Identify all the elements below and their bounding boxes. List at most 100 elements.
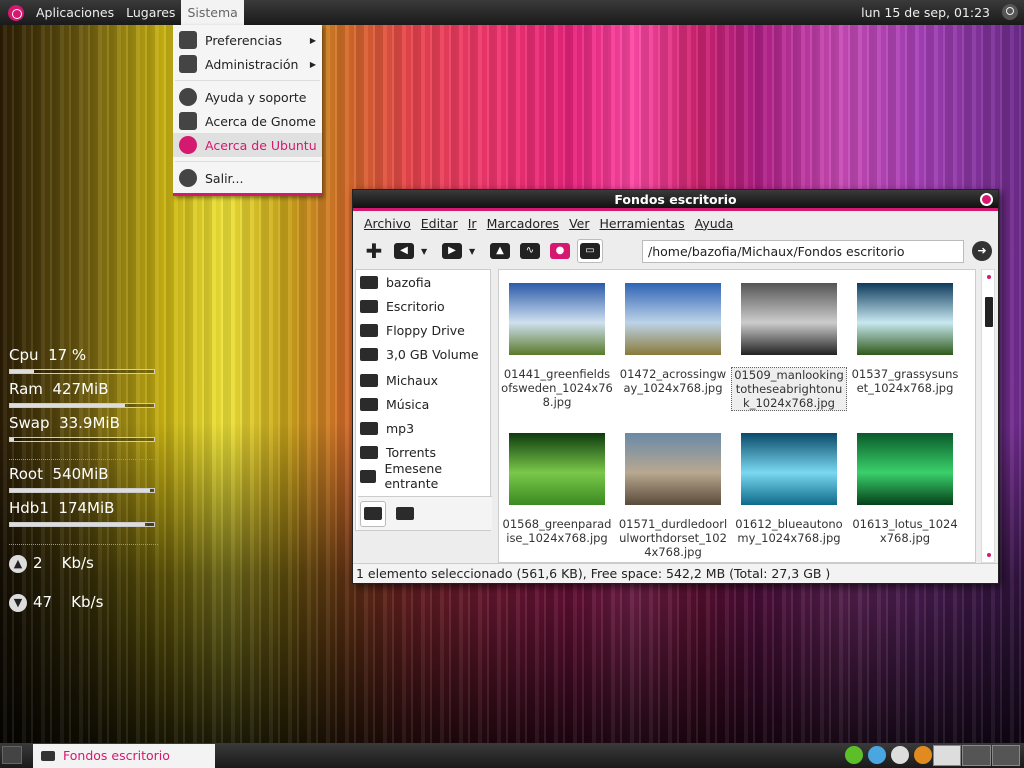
- menu-lugares[interactable]: Lugares: [120, 0, 181, 25]
- reload-button[interactable]: ∿: [517, 239, 543, 263]
- sidebar-item-floppy[interactable]: Floppy Drive: [356, 318, 490, 342]
- file-item[interactable]: 01568_greenparadise_1024x768.jpg: [499, 420, 615, 545]
- bird-icon[interactable]: [868, 746, 886, 764]
- sidebar-item-escritorio[interactable]: Escritorio: [356, 294, 490, 318]
- submenu-arrow-icon: ▶: [309, 35, 316, 45]
- help-icon: [179, 88, 197, 106]
- back-arrow-icon: ◀: [394, 243, 414, 259]
- update-icon[interactable]: [914, 746, 932, 764]
- sidebar-item-mp3[interactable]: mp3: [356, 416, 490, 440]
- home-button[interactable]: ●: [547, 239, 573, 263]
- sidebar-item-bazofia[interactable]: bazofia: [356, 270, 490, 294]
- menu-item-acerca-gnome[interactable]: Acerca de Gnome: [173, 109, 322, 133]
- file-name: 01537_grassysunset_1024x768.jpg: [851, 367, 959, 395]
- file-name: 01441_greenfieldsofsweden_1024x768.jpg: [501, 367, 613, 409]
- workspace-3[interactable]: [991, 745, 1020, 766]
- up-button[interactable]: ▲: [487, 239, 513, 263]
- sidebar-item-musica[interactable]: Música: [356, 392, 490, 416]
- forward-history-dropdown[interactable]: ▼: [469, 247, 479, 256]
- menu-ir[interactable]: Ir: [468, 216, 477, 231]
- menu-item-salir[interactable]: Salir...: [173, 166, 322, 190]
- menu-editar[interactable]: Editar: [421, 216, 458, 231]
- menu-archivo[interactable]: Archivo: [364, 216, 411, 231]
- top-panel: Aplicaciones Lugares Sistema lun 15 de s…: [0, 0, 1024, 25]
- file-item[interactable]: 01571_durdledoorlulworthdorset_1024x768.…: [615, 420, 731, 559]
- back-button[interactable]: ◀: [391, 239, 417, 263]
- computer-button[interactable]: ▭: [577, 239, 603, 263]
- window-titlebar[interactable]: Fondos escritorio: [353, 190, 998, 211]
- tree-mode-button[interactable]: [392, 501, 418, 527]
- menu-ayuda[interactable]: Ayuda: [695, 216, 734, 231]
- menu-separator: [175, 80, 320, 81]
- workspace-2[interactable]: [962, 745, 991, 766]
- file-thumbnail: [857, 283, 953, 355]
- hdb1-value: 174MiB: [58, 499, 115, 517]
- close-icon[interactable]: [980, 193, 993, 206]
- ram-value: 427MiB: [52, 380, 109, 398]
- download-unit: Kb/s: [71, 593, 104, 611]
- menu-item-acerca-ubuntu[interactable]: Acerca de Ubuntu: [173, 133, 322, 157]
- file-name: 01613_lotus_1024x768.jpg: [852, 517, 958, 545]
- file-item[interactable]: 01537_grassysunset_1024x768.jpg: [847, 270, 963, 395]
- file-name: 01472_acrossingway_1024x768.jpg: [619, 367, 727, 395]
- drive-icon: [364, 507, 382, 520]
- ubuntu-logo-icon[interactable]: [8, 4, 24, 21]
- file-thumbnail: [625, 283, 721, 355]
- sidebar-item-label: Torrents: [386, 444, 436, 460]
- workspace-1[interactable]: [933, 745, 962, 766]
- file-item[interactable]: 01612_blueautonomy_1024x768.jpg: [731, 420, 847, 545]
- file-name: 01568_greenparadise_1024x768.jpg: [502, 517, 612, 545]
- menu-item-label: Salir...: [205, 170, 244, 186]
- preferences-icon: [179, 31, 197, 49]
- scrollbar-thumb[interactable]: [985, 297, 993, 327]
- download-value: 47: [33, 593, 53, 611]
- file-item-selected[interactable]: 01509_manlookingtotheseabrightonuk_1024x…: [731, 270, 847, 411]
- file-icon-view: 01441_greenfieldsofsweden_1024x768.jpg 0…: [498, 269, 976, 563]
- menu-item-label: Preferencias: [205, 32, 282, 48]
- upload-value: 2: [33, 554, 43, 572]
- sidebar-item-volume[interactable]: 3,0 GB Volume: [356, 342, 490, 366]
- search-icon[interactable]: [1002, 4, 1018, 20]
- vertical-scrollbar[interactable]: [981, 269, 995, 563]
- cpu-bar-fill: [10, 370, 35, 373]
- new-tab-button[interactable]: ✚: [361, 239, 387, 263]
- file-item[interactable]: 01613_lotus_1024x768.jpg: [847, 420, 963, 545]
- play-icon[interactable]: [845, 746, 863, 764]
- menu-item-preferencias[interactable]: Preferencias ▶: [173, 28, 322, 52]
- taskbar-button-fondos[interactable]: Fondos escritorio: [33, 744, 215, 768]
- floppy-drive-icon: [360, 323, 378, 337]
- menu-separator: [175, 161, 320, 162]
- home-folder-icon: [360, 275, 378, 289]
- file-item[interactable]: 01472_acrossingway_1024x768.jpg: [615, 270, 731, 395]
- menu-item-administracion[interactable]: Administración ▶: [173, 52, 322, 76]
- menu-ver[interactable]: Ver: [569, 216, 589, 231]
- conky-swap: Swap 33.9MiB: [9, 414, 120, 432]
- places-sidebar: bazofia Escritorio Floppy Drive 3,0 GB V…: [355, 269, 492, 531]
- sidebar-item-label: Escritorio: [386, 298, 445, 314]
- forward-arrow-icon: ▶: [442, 243, 462, 259]
- upload-unit: Kb/s: [61, 554, 94, 572]
- sidebar-item-michaux[interactable]: Michaux: [356, 368, 490, 392]
- clock-icon[interactable]: [891, 746, 909, 764]
- file-item[interactable]: 01441_greenfieldsofsweden_1024x768.jpg: [499, 270, 615, 409]
- root-value: 540MiB: [52, 465, 109, 483]
- forward-button[interactable]: ▶: [439, 239, 465, 263]
- menu-item-label: Administración: [205, 56, 299, 72]
- menu-aplicaciones[interactable]: Aplicaciones: [30, 0, 120, 25]
- scroll-down-icon[interactable]: [987, 553, 991, 557]
- places-mode-button[interactable]: [360, 500, 386, 527]
- sidebar-item-emesene[interactable]: Emesene entrante: [356, 461, 490, 491]
- scroll-up-icon[interactable]: [987, 275, 991, 279]
- go-icon[interactable]: ➜: [972, 241, 992, 261]
- file-name: 01509_manlookingtotheseabrightonuk_1024x…: [731, 367, 847, 411]
- clock[interactable]: lun 15 de sep, 01:23: [861, 5, 990, 20]
- show-desktop-icon[interactable]: [2, 746, 22, 764]
- location-field[interactable]: /home/bazofia/Michaux/Fondos escritorio: [642, 240, 964, 263]
- menu-sistema[interactable]: Sistema: [181, 0, 244, 25]
- menu-herramientas[interactable]: Herramientas: [600, 216, 685, 231]
- folder-icon: [360, 445, 378, 459]
- back-history-dropdown[interactable]: ▼: [421, 247, 431, 256]
- menu-marcadores[interactable]: Marcadores: [487, 216, 560, 231]
- file-thumbnail: [741, 433, 837, 505]
- menu-item-ayuda[interactable]: Ayuda y soporte: [173, 85, 322, 109]
